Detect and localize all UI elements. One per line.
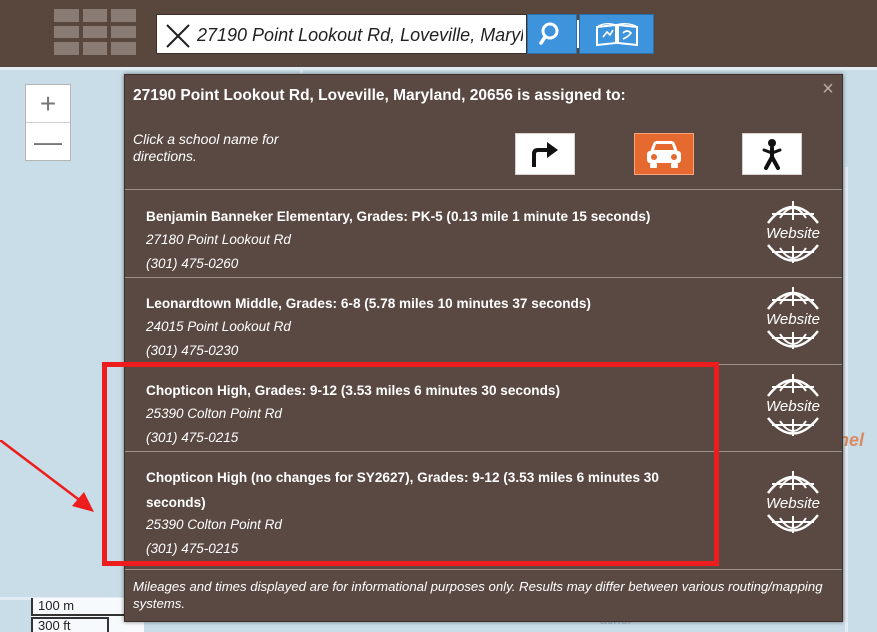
- turn-right-arrow-icon: [532, 142, 558, 167]
- directions-button[interactable]: [515, 133, 575, 175]
- school-phone: (301) 475-0260: [146, 256, 239, 271]
- walk-mode-button[interactable]: [742, 133, 802, 175]
- grid-cell: [111, 42, 136, 55]
- popup-title: 27190 Point Lookout Rd, Loveville, Maryl…: [133, 87, 626, 104]
- globe-icon[interactable]: Website: [758, 466, 828, 536]
- map-book-button[interactable]: [579, 14, 654, 54]
- school-address: 27180 Point Lookout Rd: [146, 232, 291, 247]
- map-book-icon: [595, 23, 638, 47]
- search-button[interactable]: [527, 14, 577, 54]
- svg-text:Website: Website: [766, 225, 820, 242]
- annotation-arrow-icon: [0, 440, 94, 512]
- school-phone: (301) 475-0230: [146, 343, 239, 358]
- school-name-link[interactable]: Benjamin Banneker Elementary, Grades: PK…: [146, 204, 746, 229]
- annotation-highlight-box: [102, 362, 719, 566]
- grid-cell: [82, 25, 108, 39]
- scale-imperial: 300 ft: [31, 617, 109, 632]
- map-road: [0, 67, 877, 70]
- zoom-out-button[interactable]: —: [26, 123, 70, 161]
- search-input[interactable]: [197, 19, 523, 51]
- globe-icon[interactable]: Website: [758, 196, 828, 266]
- car-icon: [647, 141, 681, 168]
- grid-cell: [82, 9, 108, 22]
- top-bar: [0, 0, 877, 67]
- zoom-in-button[interactable]: +: [26, 85, 70, 123]
- school-address: 24015 Point Lookout Rd: [146, 319, 291, 334]
- school-entry: Leonardtown Middle, Grades: 6-8 (5.78 mi…: [125, 278, 842, 364]
- school-name-link[interactable]: Leonardtown Middle, Grades: 6-8 (5.78 mi…: [146, 291, 746, 316]
- svg-text:Website: Website: [766, 495, 820, 512]
- walking-person-icon: [762, 139, 782, 170]
- disclaimer-text: Mileages and times displayed are for inf…: [133, 579, 823, 611]
- scale-metric: 100 m: [31, 598, 139, 616]
- grid-cell: [54, 9, 79, 22]
- grid-cell: [111, 25, 136, 39]
- zoom-control: + —: [25, 84, 71, 161]
- globe-icon[interactable]: Website: [758, 282, 828, 352]
- close-icon[interactable]: [163, 21, 193, 51]
- divider: [125, 569, 842, 570]
- globe-icon[interactable]: Website: [758, 369, 828, 439]
- popup-hint: Click a school name for directions.: [133, 131, 279, 164]
- search-icon: [539, 22, 559, 45]
- app-grid-logo[interactable]: [54, 9, 136, 55]
- svg-text:Website: Website: [766, 398, 820, 415]
- grid-cell: [82, 42, 108, 55]
- map-road: [845, 167, 848, 632]
- drive-mode-button[interactable]: [634, 133, 694, 175]
- popup-close-button[interactable]: ×: [820, 79, 836, 99]
- grid-cell: [111, 9, 136, 22]
- grid-cell: [54, 25, 79, 39]
- grid-cell: [54, 42, 79, 55]
- search-box: [156, 14, 527, 54]
- svg-text:Website: Website: [766, 311, 820, 328]
- school-entry: Benjamin Banneker Elementary, Grades: PK…: [125, 190, 842, 276]
